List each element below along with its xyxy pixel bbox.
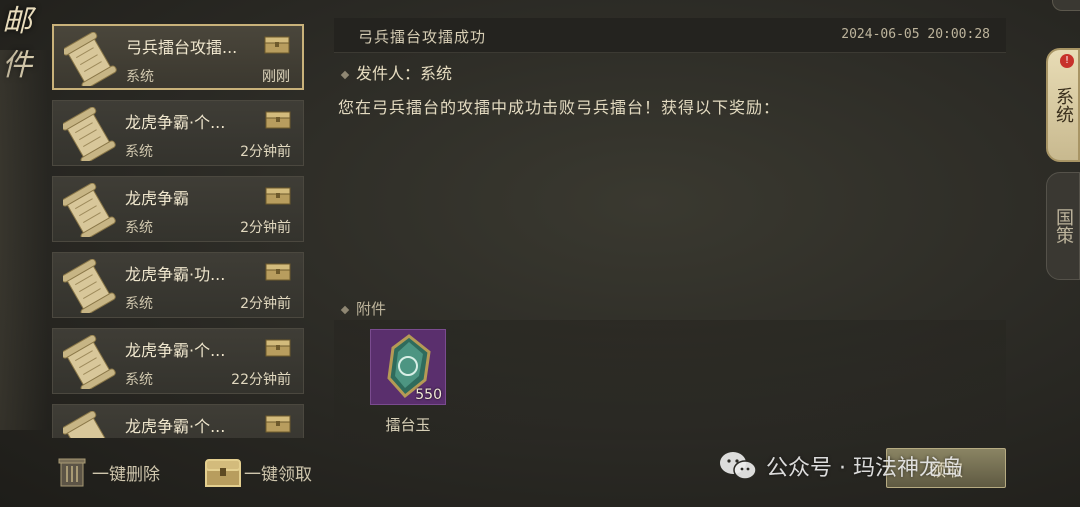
- tab-system[interactable]: ! 系统: [1046, 48, 1080, 162]
- mail-body: 您在弓兵擂台的攻擂中成功击败弓兵擂台！获得以下奖励：: [338, 98, 781, 117]
- item-name: 擂台玉: [385, 416, 431, 434]
- scroll-icon: [64, 32, 117, 86]
- claim-all-button[interactable]: 一键领取: [204, 452, 312, 492]
- mail-time: 2分钟前: [240, 296, 291, 312]
- chest-icon: [265, 111, 291, 129]
- mail-item[interactable]: 弓兵擂台攻擂... 系统 刚刚: [52, 24, 304, 90]
- tab-label: 国策: [1053, 208, 1074, 244]
- diamond-icon: [340, 70, 350, 79]
- mail-item[interactable]: 龙虎争霸·个... 系统 2分钟前: [52, 100, 304, 166]
- mail-sender: 系统: [126, 69, 154, 85]
- mail-sender: 系统: [125, 220, 153, 236]
- mail-item[interactable]: 龙虎争霸·个... 系统 22分钟前: [52, 328, 304, 394]
- mail-item[interactable]: 龙虎争霸·个...: [52, 404, 304, 438]
- chest-icon: [264, 36, 290, 54]
- delete-all-button[interactable]: 一键删除: [56, 452, 160, 492]
- mail-subject: 龙虎争霸·功...: [125, 265, 226, 284]
- mail-subject: 龙虎争霸·个...: [125, 341, 226, 360]
- scroll-icon: [63, 107, 116, 161]
- mail-detail: 弓兵擂台攻擂成功 2024-06-05 20:00:28 发件人：系统 您在弓兵…: [334, 18, 1006, 440]
- scroll-icon: [63, 183, 116, 237]
- scroll-icon: [63, 335, 116, 389]
- scroll-icon: [63, 259, 116, 313]
- mail-item[interactable]: 龙虎争霸·功... 系统 2分钟前: [52, 252, 304, 318]
- sender-label: 发件人：: [356, 64, 421, 83]
- left-decoration: [0, 50, 48, 430]
- chest-icon: [265, 187, 291, 205]
- wechat-icon: [720, 452, 757, 480]
- mail-sender: 系统: [125, 296, 153, 312]
- notification-badge: !: [1060, 54, 1074, 68]
- detail-title: 弓兵擂台攻擂成功: [358, 28, 487, 46]
- attachment-item[interactable]: 550: [370, 329, 446, 405]
- mail-subject: 龙虎争霸: [125, 189, 190, 208]
- chest-icon: [205, 459, 241, 487]
- mail-subject: 弓兵擂台攻擂...: [126, 38, 238, 57]
- scroll-icon: [63, 411, 112, 438]
- mail-item[interactable]: 龙虎争霸 系统 2分钟前: [52, 176, 304, 242]
- mail-time: 刚刚: [262, 69, 290, 85]
- trash-icon: [58, 458, 86, 487]
- mail-sender: 系统: [125, 372, 153, 388]
- top-right-decoration: [1052, 0, 1080, 11]
- mail-time: 2分钟前: [240, 220, 291, 236]
- sender-value: 系统: [420, 64, 453, 83]
- delete-all-label: 一键删除: [92, 464, 160, 485]
- tab-label: 系统: [1053, 87, 1074, 123]
- mail-list[interactable]: 弓兵擂台攻擂... 系统 刚刚 龙虎争霸·个... 系统 2分钟前 龙虎争霸 系…: [52, 20, 306, 438]
- mail-subject: 龙虎争霸·个...: [125, 113, 226, 132]
- claim-all-label: 一键领取: [244, 464, 312, 485]
- chest-icon: [265, 263, 291, 281]
- item-count: 550: [415, 387, 442, 403]
- watermark-text: 公众号 · 玛法神龙岛: [766, 456, 963, 481]
- sender-row: 发件人：系统: [340, 60, 453, 84]
- chest-icon: [265, 415, 291, 433]
- diamond-icon: [340, 305, 350, 314]
- mail-subject: 龙虎争霸·个...: [125, 417, 226, 436]
- mail-time: 2分钟前: [240, 144, 291, 160]
- detail-header: 弓兵擂台攻擂成功 2024-06-05 20:00:28: [334, 18, 1006, 53]
- page-title: 邮件: [2, 4, 32, 83]
- detail-timestamp: 2024-06-05 20:00:28: [841, 27, 990, 42]
- chest-icon: [265, 339, 291, 357]
- attachments-label: 附件: [356, 300, 387, 318]
- mail-sender: 系统: [125, 144, 153, 160]
- watermark: 公众号 · 玛法神龙岛: [718, 450, 963, 482]
- attachments-heading: 附件: [340, 298, 387, 319]
- mail-time: 22分钟前: [231, 372, 291, 388]
- tab-policy[interactable]: 国策: [1046, 172, 1080, 280]
